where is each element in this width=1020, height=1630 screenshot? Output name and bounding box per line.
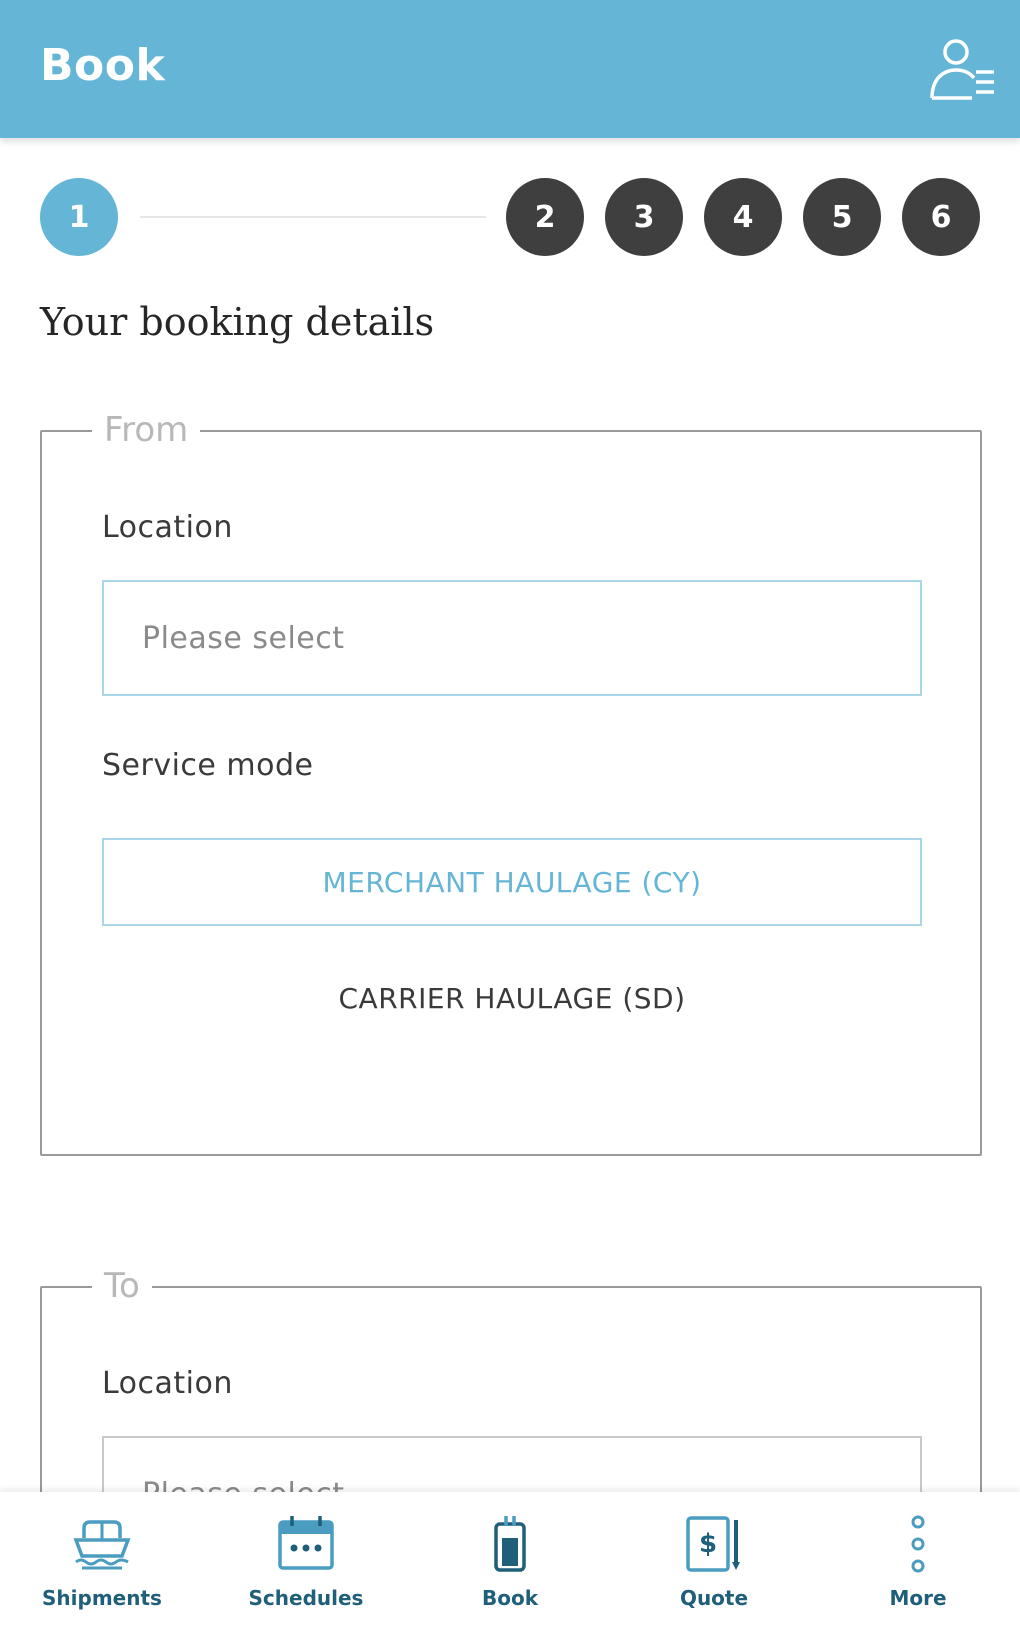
from-group: From Location Service mode MERCHANT HAUL…: [40, 410, 982, 1156]
step-3[interactable]: 3: [605, 178, 683, 256]
app-root: Book 1 2 3 4 5 6 Your booking details Fr…: [0, 0, 1020, 1630]
nav-label-more: More: [889, 1586, 947, 1610]
step-5[interactable]: 5: [803, 178, 881, 256]
to-location-label: Location: [102, 1366, 233, 1401]
booking-stepper: 1 2 3 4 5 6: [0, 178, 1020, 258]
step-6[interactable]: 6: [902, 178, 980, 256]
from-location-field[interactable]: [142, 620, 920, 656]
bottom-nav: Shipments Schedules Book $ Quote More: [0, 1492, 1020, 1630]
step-1[interactable]: 1: [40, 178, 118, 256]
to-legend: To: [92, 1266, 152, 1306]
nav-label-quote: Quote: [679, 1586, 749, 1610]
user-settings-icon[interactable]: [928, 36, 998, 102]
quote-icon: $: [686, 1516, 740, 1572]
nav-label-book: Book: [481, 1586, 539, 1610]
merchant-haulage-button[interactable]: MERCHANT HAULAGE (CY): [102, 838, 922, 926]
nav-quote[interactable]: $ Quote: [612, 1492, 816, 1630]
from-legend: From: [92, 410, 201, 450]
from-service-mode-label: Service mode: [102, 748, 314, 783]
nav-shipments[interactable]: Shipments: [0, 1492, 204, 1630]
from-location-label: Location: [102, 510, 233, 545]
more-vertical-icon: [911, 1515, 925, 1573]
nav-more[interactable]: More: [816, 1492, 1020, 1630]
step-2[interactable]: 2: [506, 178, 584, 256]
stepper-progress-line: [140, 216, 486, 218]
ship-icon: [73, 1520, 131, 1570]
nav-schedules[interactable]: Schedules: [204, 1492, 408, 1630]
nav-label-shipments: Shipments: [42, 1586, 162, 1610]
svg-text:$: $: [699, 1529, 717, 1559]
app-header: Book: [0, 0, 1020, 138]
nav-label-schedules: Schedules: [248, 1586, 364, 1610]
calendar-icon: [278, 1516, 334, 1570]
section-title: Your booking details: [40, 300, 435, 344]
nav-book[interactable]: Book: [408, 1492, 612, 1630]
carrier-haulage-button[interactable]: CARRIER HAULAGE (SD): [102, 954, 922, 1042]
book-container-icon: [494, 1516, 526, 1572]
step-4[interactable]: 4: [704, 178, 782, 256]
page-title: Book: [40, 40, 166, 91]
from-location-input[interactable]: [102, 580, 922, 696]
